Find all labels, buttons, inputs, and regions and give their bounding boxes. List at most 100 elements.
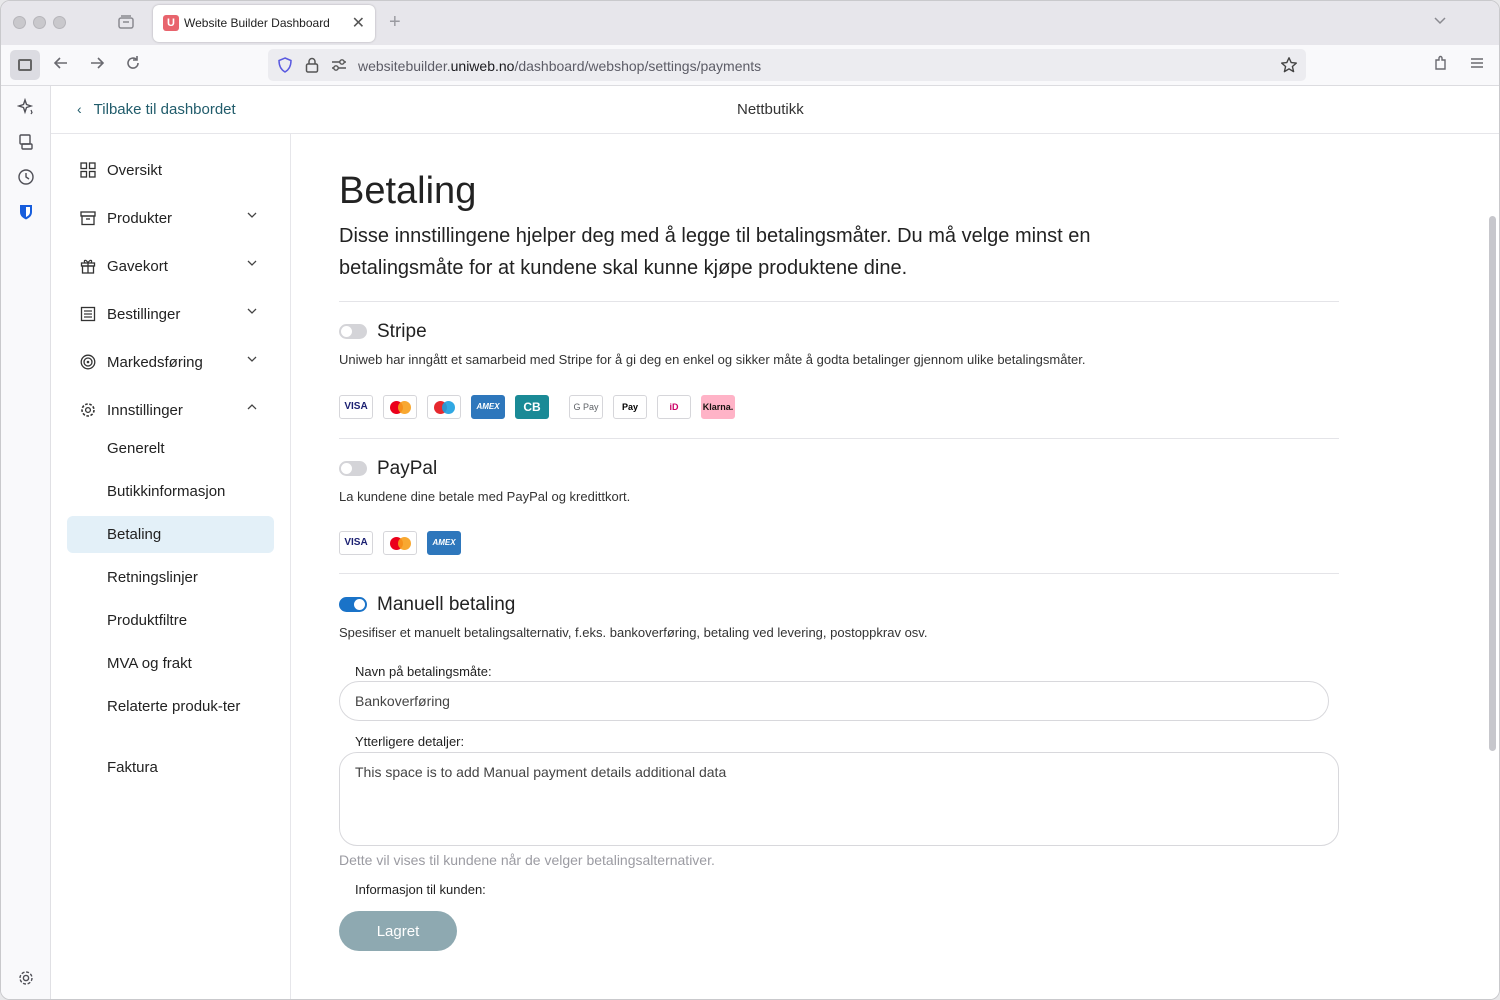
sidebar-item-label: Gavekort (107, 258, 168, 275)
divider (339, 301, 1339, 302)
sidebar-icon (18, 59, 32, 71)
close-tab-icon[interactable]: ✕ (352, 13, 365, 33)
settings-sidebar: Oversikt Produkter Gavekort Bestillinger… (51, 134, 291, 999)
amex-card-icon: AMEX (427, 531, 461, 555)
scrollbar[interactable] (1489, 216, 1496, 751)
back-label: Tilbake til dashbordet (93, 101, 236, 118)
tab-title: Website Builder Dashboard (184, 16, 330, 30)
sidebar-subitem-label: Butikkinformasjon (107, 483, 226, 500)
sidebar-subitem-butikkinformasjon[interactable]: Butikkinformasjon (67, 473, 274, 510)
stripe-description: Uniweb har inngått et samarbeid med Stri… (339, 352, 1086, 367)
paypal-description: La kundene dine betale med PayPal og kre… (339, 489, 631, 504)
target-icon (80, 354, 96, 370)
header-title: Nettbutikk (737, 101, 804, 118)
mastercard-icon (383, 395, 417, 419)
customize-sidebar-gear-icon[interactable] (16, 969, 36, 989)
manual-payment-toggle[interactable] (339, 597, 367, 612)
details-textarea[interactable]: This space is to add Manual payment deta… (339, 752, 1339, 846)
bookmark-star-icon[interactable] (1280, 56, 1298, 79)
app-header: ‹ Tilbake til dashbordet Nettbutikk (51, 86, 1499, 134)
sidebar-subitem-label: Relaterte produk-ter (107, 698, 241, 715)
payment-name-label: Navn på betalingsmåte: (355, 664, 492, 679)
cartes-bancaires-icon: CB (515, 395, 549, 419)
amex-card-icon: AMEX (471, 395, 505, 419)
tracking-protection-shield-icon[interactable] (276, 56, 294, 79)
divider (339, 438, 1339, 439)
sidebar-item-innstillinger[interactable]: Innstillinger (67, 391, 274, 429)
ideal-icon: iD (657, 395, 691, 419)
forward-button[interactable] (85, 54, 109, 77)
maestro-card-icon (427, 395, 461, 419)
klarna-icon: Klarna. (701, 395, 735, 419)
sidebar-subitem-produktfiltre[interactable]: Produktfiltre (67, 602, 274, 639)
bitwarden-icon[interactable] (16, 203, 36, 223)
uniweb-favicon-icon: U (163, 15, 179, 31)
chevron-left-icon: ‹ (77, 101, 82, 117)
tab-bar: U Website Builder Dashboard ✕ + (1, 1, 1499, 45)
close-window-button[interactable] (13, 16, 26, 29)
sidebar-item-label: Bestillinger (107, 306, 181, 323)
archive-icon (80, 210, 96, 226)
sidebar-item-label: Innstillinger (107, 402, 183, 419)
sidebar-item-oversikt[interactable]: Oversikt (67, 151, 274, 189)
history-clock-icon[interactable] (16, 168, 36, 188)
sidebar-item-markedsforing[interactable]: Markedsføring (67, 343, 274, 381)
sidebar-toggle-button[interactable] (10, 50, 40, 80)
sidebar-subitem-betaling[interactable]: Betaling (67, 516, 274, 553)
sidebar-subitem-mva-og-frakt[interactable]: MVA og frakt (67, 645, 274, 682)
sidebar-subitem-retningslinjer[interactable]: Retningslinjer (67, 559, 274, 596)
grid-icon (80, 162, 96, 178)
back-to-dashboard-link[interactable]: ‹ Tilbake til dashbordet (77, 101, 236, 118)
sidebar-item-produkter[interactable]: Produkter (67, 199, 274, 237)
visa-card-icon: VISA (339, 531, 373, 555)
payment-name-input[interactable] (339, 681, 1329, 721)
extensions-icon[interactable] (1429, 54, 1453, 77)
reload-button[interactable] (121, 54, 145, 77)
stripe-title: Stripe (377, 321, 427, 342)
url-bar[interactable]: websitebuilder.uniweb.no/dashboard/websh… (268, 49, 1306, 81)
minimize-window-button[interactable] (33, 16, 46, 29)
apple-pay-icon: Pay (613, 395, 647, 419)
sidebar-item-label: Oversikt (107, 162, 163, 179)
new-tab-icon[interactable]: + (389, 11, 401, 34)
chevron-down-icon (246, 257, 258, 272)
url-text[interactable]: websitebuilder.uniweb.no/dashboard/websh… (358, 58, 761, 74)
tab-groups-icon[interactable] (117, 13, 135, 36)
gear-icon (80, 402, 96, 418)
sidebar-subitem-generelt[interactable]: Generelt (67, 430, 274, 467)
sidebar-item-gavekort[interactable]: Gavekort (67, 247, 274, 285)
sidebar-item-bestillinger[interactable]: Bestillinger (67, 295, 274, 333)
divider (339, 573, 1339, 574)
app: ‹ Tilbake til dashbordet Nettbutikk Overs… (51, 86, 1499, 999)
back-button[interactable] (49, 54, 73, 77)
zoom-window-button[interactable] (53, 16, 66, 29)
lock-icon[interactable] (304, 56, 320, 79)
page-description: Disse innstillingene hjelper deg med å l… (339, 225, 1091, 279)
menu-icon[interactable] (1465, 54, 1489, 77)
google-pay-icon: G Pay (569, 395, 603, 419)
ai-sparkle-icon[interactable] (16, 97, 36, 118)
permissions-icon[interactable] (330, 57, 348, 78)
sidebar-item-label: Markedsføring (107, 354, 203, 371)
chevron-up-icon (246, 401, 258, 416)
chevron-down-icon (246, 305, 258, 320)
save-button[interactable]: Lagret (339, 911, 457, 951)
sidebar-subitem-faktura[interactable]: Faktura (67, 749, 274, 786)
sidebar-subitem-label: Faktura (107, 759, 158, 776)
sidebar-subitem-label: MVA og frakt (107, 655, 192, 672)
synced-tabs-icon[interactable] (16, 133, 36, 153)
details-label: Ytterligere detaljer: (355, 734, 465, 749)
visa-card-icon: VISA (339, 395, 373, 419)
paypal-title: PayPal (377, 458, 438, 479)
list-tabs-chevron-icon[interactable] (1433, 13, 1447, 30)
chevron-down-icon (246, 353, 258, 368)
sidebar-subitem-label: Betaling (107, 526, 162, 543)
manual-payment-description: Spesifiser et manuelt betalingsalternati… (339, 625, 928, 640)
stripe-toggle[interactable] (339, 324, 367, 339)
active-tab[interactable]: U Website Builder Dashboard ✕ (153, 5, 375, 42)
browser-window: U Website Builder Dashboard ✕ + websiteb… (0, 0, 1500, 1000)
sidebar-subitem-relaterte-produkter[interactable]: Relaterte produk-ter (67, 688, 274, 744)
navigation-bar: websitebuilder.uniweb.no/dashboard/websh… (1, 45, 1499, 86)
gift-icon (80, 258, 96, 274)
paypal-toggle[interactable] (339, 461, 367, 476)
